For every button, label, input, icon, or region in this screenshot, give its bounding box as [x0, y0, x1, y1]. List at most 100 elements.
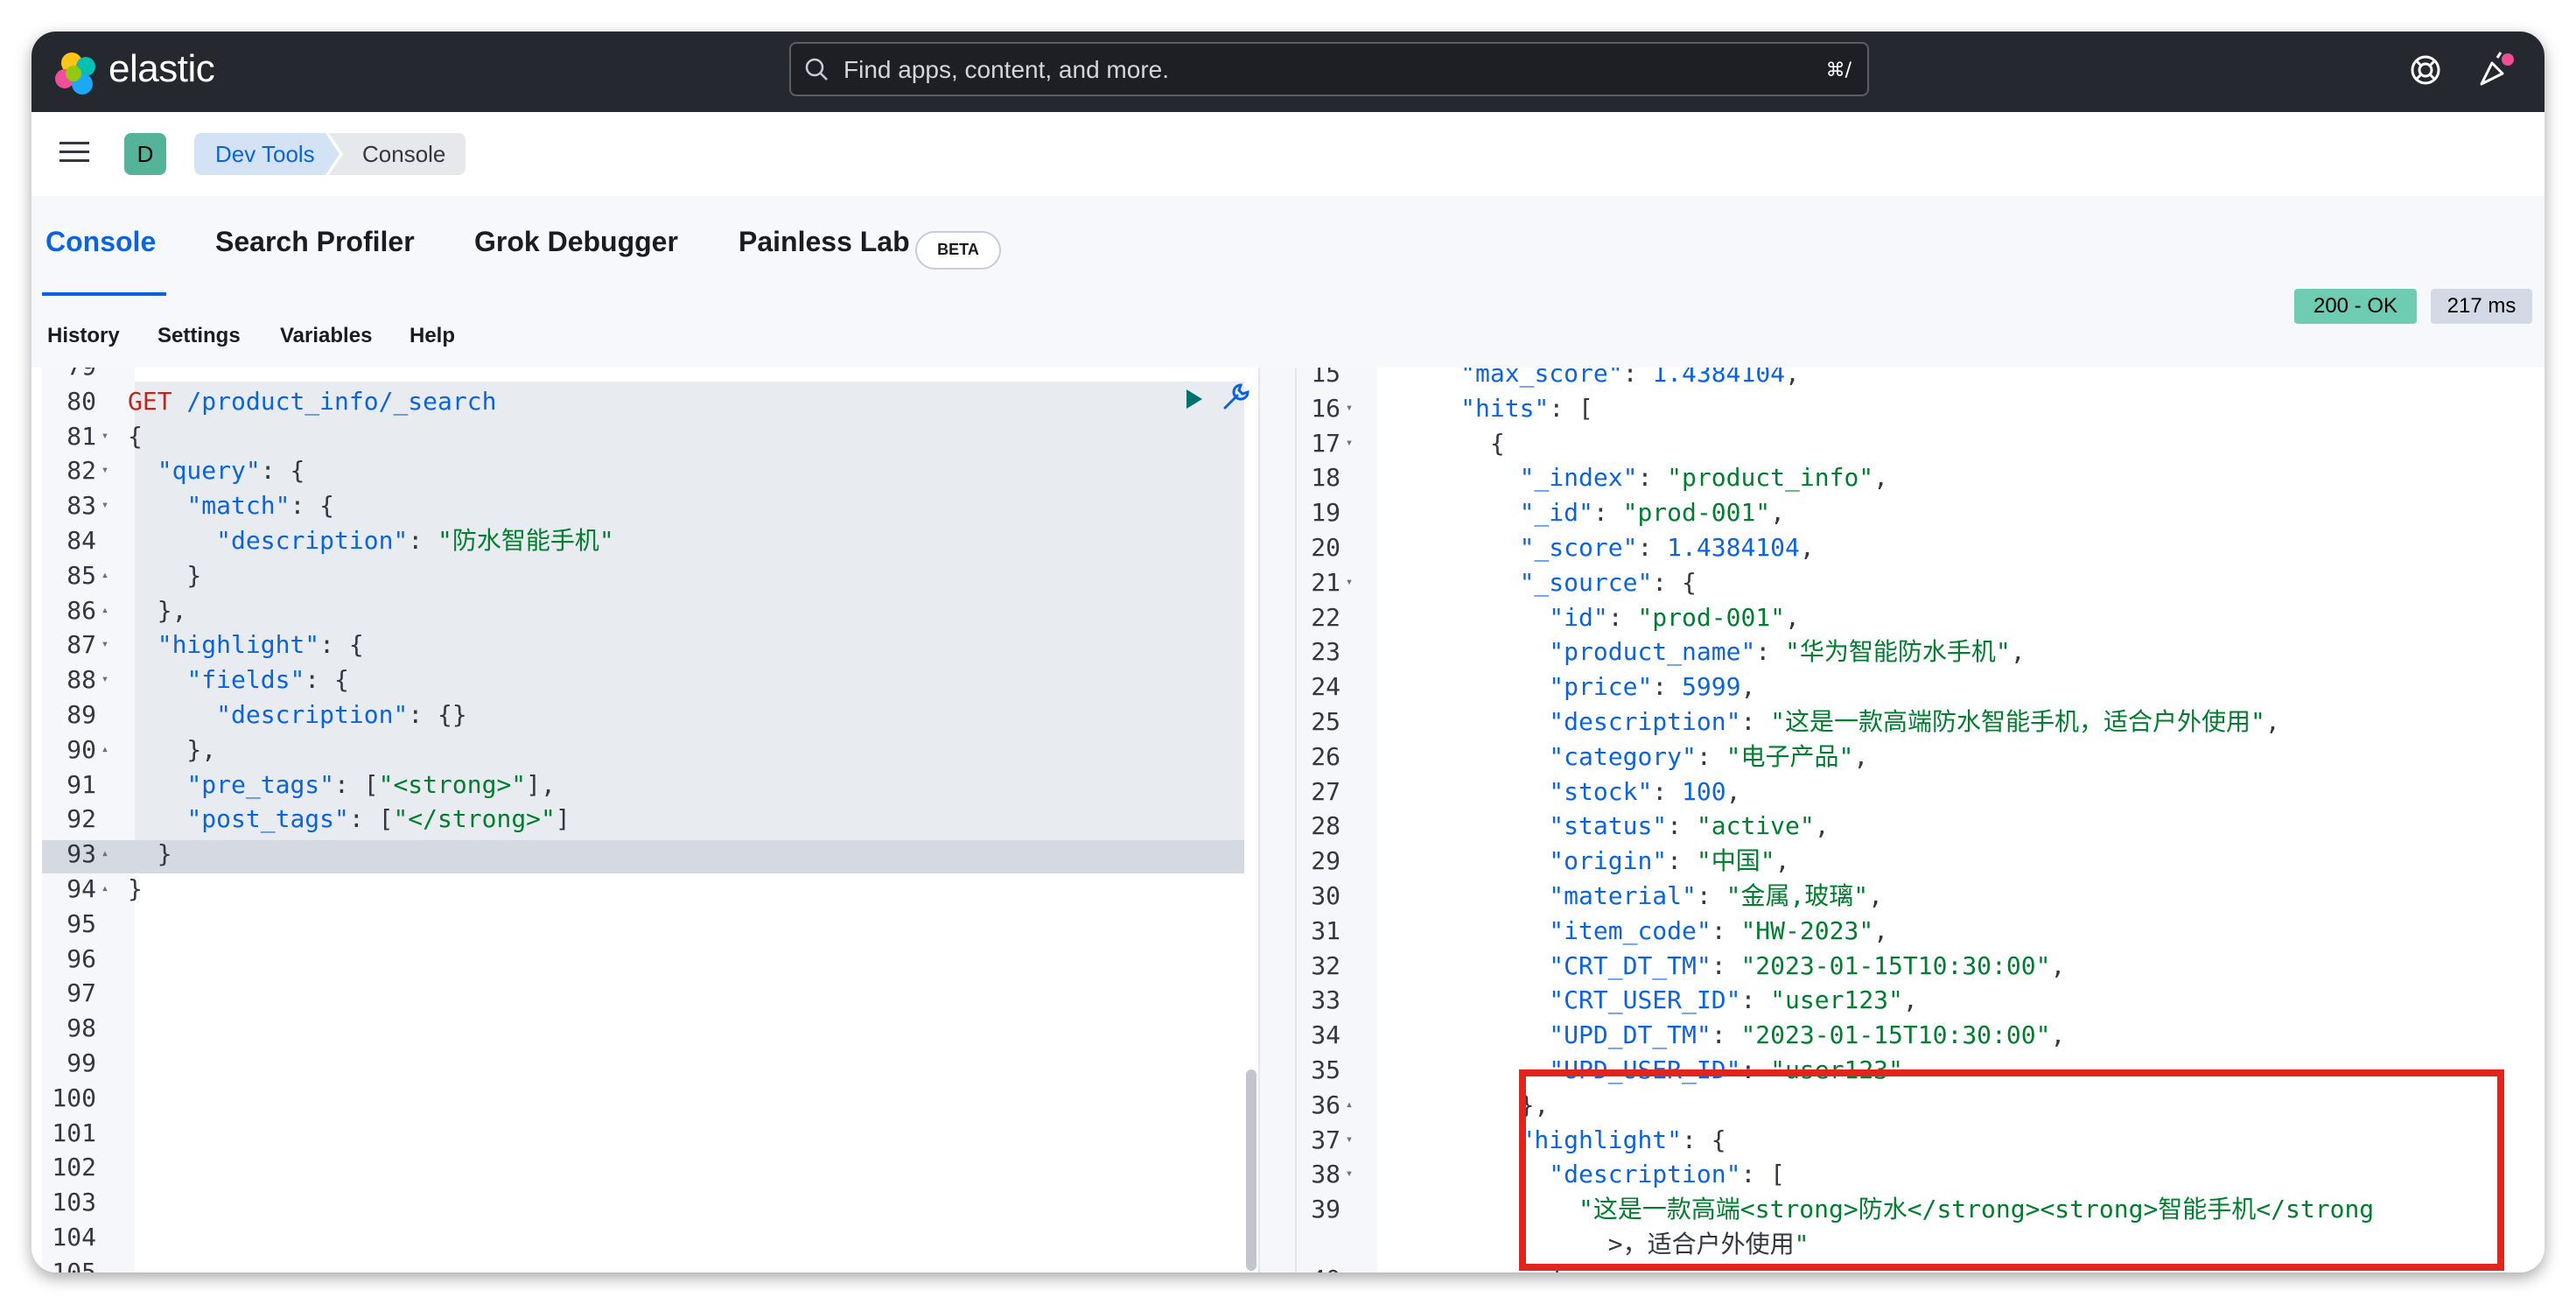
code-text: "status": "active", — [1549, 811, 1830, 841]
fold-toggle-icon[interactable]: ▴ — [96, 838, 114, 870]
line-number: 90 — [66, 734, 96, 764]
code-text: "UPD_DT_TM": "2023-01-15T10:30:00", — [1549, 1020, 2066, 1050]
search-placeholder: Find apps, content, and more. — [844, 56, 1169, 83]
fold-toggle-icon[interactable]: ▾ — [1340, 1124, 1358, 1156]
help-icon[interactable] — [2406, 51, 2445, 89]
breadcrumb-dev-tools[interactable]: Dev Tools — [194, 133, 340, 175]
fold-toggle-icon[interactable]: ▴ — [1340, 1089, 1358, 1121]
code-text: }, — [128, 595, 187, 625]
play-icon[interactable] — [1181, 387, 1206, 411]
line-number: 30 — [1311, 881, 1340, 910]
code-text: "stock": 100, — [1549, 776, 1741, 806]
brand-name[interactable]: elastic — [108, 47, 215, 91]
variables-button[interactable]: Variables — [280, 324, 372, 348]
tab-search-profiler[interactable]: Search Profiler — [215, 226, 415, 258]
line-number: 39 — [1311, 1195, 1340, 1224]
elastic-logo-icon[interactable] — [52, 49, 102, 98]
active-tab-underline — [42, 292, 166, 296]
code-text: } — [128, 560, 202, 590]
line-number: 102 — [52, 1153, 96, 1182]
line-number: 100 — [52, 1083, 96, 1112]
tab-grok-debugger[interactable]: Grok Debugger — [474, 226, 678, 258]
line-number: 20 — [1311, 533, 1340, 562]
code-line: 19 "_id": "prod-001", — [1297, 496, 1785, 529]
space-avatar[interactable]: D — [124, 133, 166, 175]
code-text: "price": 5999, — [1549, 672, 1756, 702]
code-line: 79 — [42, 368, 128, 382]
fold-toggle-icon[interactable]: ▾ — [1340, 392, 1358, 424]
code-text: } — [128, 874, 143, 903]
line-number: 91 — [66, 769, 96, 799]
code-line: 27 "stock": 100, — [1297, 775, 1740, 808]
line-number: 35 — [1311, 1055, 1340, 1084]
code-line: 34 "UPD_DT_TM": "2023-01-15T10:30:00", — [1297, 1019, 2065, 1051]
response-time-badge: 217 ms — [2431, 289, 2532, 324]
line-number: 17 — [1311, 428, 1340, 458]
code-text: "origin": "中国", — [1549, 846, 1790, 876]
fold-toggle-icon[interactable]: ▾ — [1340, 1158, 1358, 1190]
fold-toggle-icon[interactable]: ▾ — [1340, 566, 1358, 599]
line-number: 94 — [66, 874, 96, 903]
request-editor[interactable]: 7980GET /product_info/_search81▾{82▾ "qu… — [42, 368, 1258, 1272]
code-line: 24 "price": 5999, — [1297, 670, 1755, 703]
code-text: "_index": "product_info", — [1519, 463, 1889, 493]
fold-toggle-icon[interactable]: ▾ — [96, 454, 114, 487]
tab-painless-lab[interactable]: Painless Lab — [738, 226, 910, 258]
code-line: 104 — [42, 1221, 128, 1253]
line-number: 25 — [1311, 707, 1340, 736]
code-text: "product_name": "华为智能防水手机", — [1549, 637, 2026, 667]
request-scrollbar[interactable] — [1246, 1069, 1256, 1271]
code-line: 36 ▴ }, — [1297, 1089, 1549, 1121]
breadcrumb-bar: D Dev Tools Console — [32, 112, 2544, 198]
wrench-icon[interactable] — [1220, 382, 1251, 413]
code-text: "CRT_DT_TM": "2023-01-15T10:30:00", — [1549, 950, 2066, 980]
fold-toggle-icon[interactable]: ▴ — [96, 733, 114, 766]
fold-toggle-icon[interactable]: ▴ — [96, 594, 114, 627]
line-number: 31 — [1311, 915, 1340, 945]
fold-toggle-icon[interactable]: ▾ — [96, 663, 114, 696]
line-number: 80 — [66, 386, 96, 416]
console-toolbar — [32, 298, 2544, 368]
menu-icon[interactable] — [58, 138, 91, 166]
code-text: "_source": { — [1519, 567, 1697, 597]
code-line: 31 "item_code": "HW-2023", — [1297, 915, 1888, 947]
line-number: 32 — [1311, 950, 1340, 980]
code-text: "description": "这是一款高端防水智能手机，适合户外使用", — [1549, 707, 2280, 736]
code-line: 17 ▾ { — [1297, 427, 1504, 459]
history-button[interactable]: History — [47, 324, 120, 348]
code-line: 84 "description": "防水智能手机" — [42, 524, 613, 557]
newsfeed-icon[interactable] — [2474, 49, 2516, 91]
line-number: 95 — [66, 908, 96, 938]
line-number: 98 — [66, 1013, 96, 1043]
code-text: }, — [128, 734, 217, 764]
code-line: 88 ▾ "fields": { — [42, 663, 349, 696]
pane-resizer[interactable] — [1258, 368, 1297, 1272]
fold-toggle-icon[interactable]: ▴ — [96, 873, 114, 905]
code-line: 20 "_score": 1.4384104, — [1297, 531, 1814, 564]
code-line: 28 "status": "active", — [1297, 810, 1830, 842]
status-badge: 200 - OK — [2294, 289, 2417, 324]
search-icon — [805, 58, 828, 81]
code-line: 91 "pre_tags": ["<strong>"], — [42, 768, 556, 801]
fold-toggle-icon[interactable]: ▾ — [96, 628, 114, 661]
settings-button[interactable]: Settings — [158, 324, 241, 348]
code-text: "post_tags": ["</strong>"] — [186, 804, 570, 834]
fold-toggle-icon[interactable]: ▴ — [96, 559, 114, 592]
line-number: 27 — [1311, 776, 1340, 806]
beta-badge: BETA — [915, 231, 1001, 270]
line-number: 88 — [66, 665, 96, 695]
fold-toggle-icon[interactable]: ▾ — [96, 489, 114, 522]
help-button[interactable]: Help — [410, 324, 455, 348]
code-line: 83 ▾ "match": { — [42, 489, 334, 522]
code-line: 101 — [42, 1117, 128, 1149]
line-number: 84 — [66, 526, 96, 555]
line-number: 29 — [1311, 846, 1340, 876]
active-line-bg — [42, 840, 1244, 873]
global-search-input[interactable]: Find apps, content, and more. ⌘/ — [789, 42, 1869, 96]
line-number: 99 — [66, 1048, 96, 1077]
fold-toggle-icon[interactable]: ▴ — [1340, 1263, 1358, 1272]
fold-toggle-icon[interactable]: ▾ — [96, 420, 114, 452]
fold-toggle-icon[interactable]: ▾ — [1340, 427, 1358, 459]
line-number: 82 — [66, 456, 96, 486]
tab-console[interactable]: Console — [46, 226, 156, 258]
